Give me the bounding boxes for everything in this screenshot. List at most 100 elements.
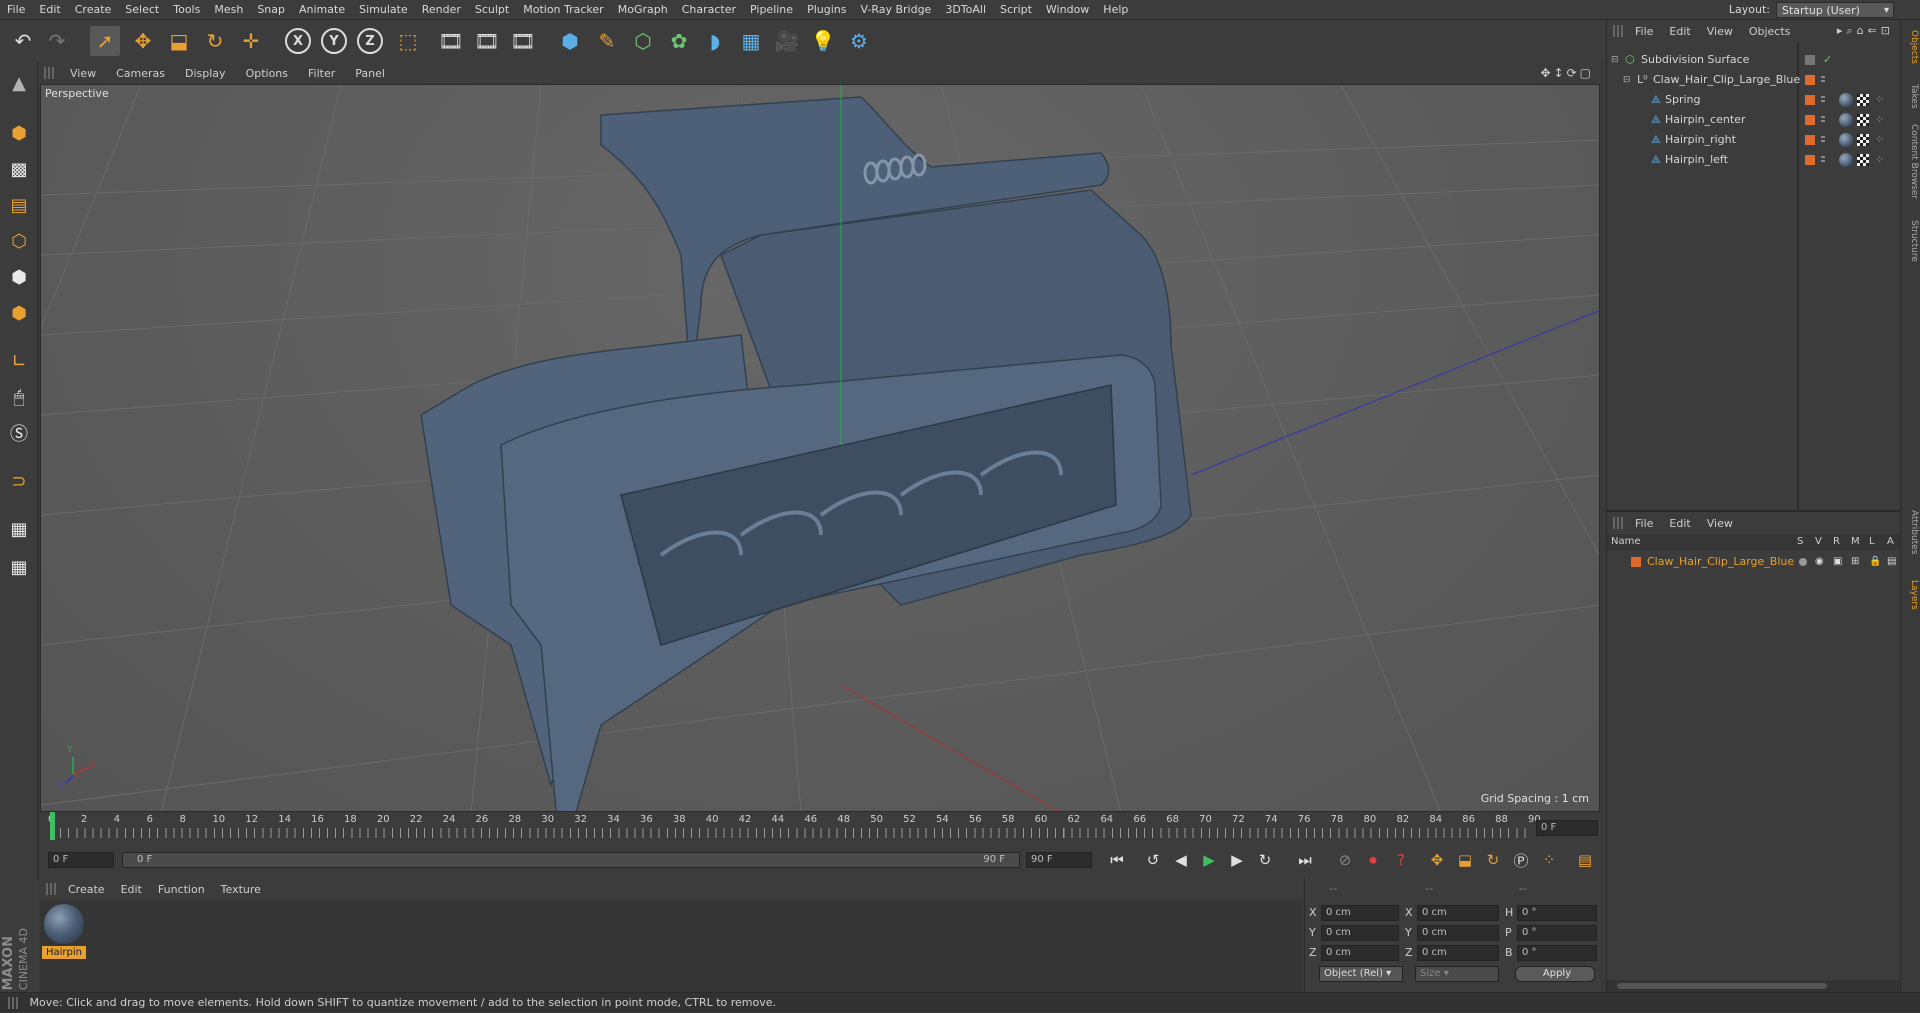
record-active-icon[interactable]: ⊘ [1332, 848, 1358, 872]
visibility-dots-icon[interactable] [1821, 156, 1825, 164]
pen-spline-icon[interactable]: ✎ [592, 26, 622, 56]
go-to-end-icon[interactable]: ⏭ [1292, 848, 1318, 872]
layer-color-tag[interactable] [1805, 155, 1815, 165]
visibility-dots-icon[interactable] [1821, 136, 1825, 144]
undo-icon[interactable]: ↶ [8, 26, 38, 56]
layer-menu-file[interactable]: File [1627, 517, 1661, 530]
scale-icon[interactable]: ⬓ [164, 26, 194, 56]
tab-takes[interactable]: Takes [1903, 84, 1919, 109]
menu-3dtoall[interactable]: 3DToAll [938, 0, 993, 20]
magnet-icon[interactable]: ⊃ [4, 466, 34, 496]
material-tag-icon[interactable] [1839, 153, 1853, 167]
render-toggle-icon[interactable]: ▣ [1833, 552, 1842, 572]
panel-grip-icon[interactable] [1613, 25, 1623, 37]
menu-plugins[interactable]: Plugins [800, 0, 853, 20]
phong-tag-icon[interactable]: ⁘ [1875, 94, 1887, 106]
position-y-field[interactable]: 0 cm [1321, 925, 1399, 941]
object-mode-icon[interactable]: ⬢ [4, 118, 34, 148]
tweak-mode-icon[interactable]: 🖱 [4, 382, 34, 412]
axis-mode-icon[interactable]: ∟ [4, 346, 34, 376]
rotation-b-field[interactable]: 0 ° [1517, 945, 1597, 961]
python-icon[interactable]: ⚙ [844, 26, 874, 56]
coordinate-mode-dropdown[interactable]: Object (Rel) ▾ [1319, 966, 1403, 982]
object-row-hairpin-center[interactable]: ⟁ Hairpin_center ⁘ [1607, 110, 1901, 130]
visibility-dots-icon[interactable] [1821, 76, 1825, 84]
layer-menu-view[interactable]: View [1699, 517, 1741, 530]
material-tag-icon[interactable] [1839, 93, 1853, 107]
key-position-icon[interactable]: ✥ [1424, 848, 1450, 872]
y-axis-icon[interactable]: Y [319, 26, 349, 56]
layout-dropdown[interactable]: Startup (User) [1776, 2, 1894, 18]
deformer-icon[interactable]: ◗ [700, 26, 730, 56]
phong-tag-icon[interactable]: ⁘ [1875, 134, 1887, 146]
previous-key-icon[interactable]: ↺ [1140, 848, 1166, 872]
viewport-menu-options[interactable]: Options [236, 67, 298, 80]
timeline-ruler[interactable]: 0246810121416182022242628303234363840424… [40, 812, 1600, 842]
redo-icon[interactable]: ↷ [42, 26, 72, 56]
layer-color-tag[interactable] [1805, 135, 1815, 145]
next-frame-icon[interactable]: ▶ [1224, 848, 1250, 872]
planar-workplane-icon[interactable]: ▦ [4, 552, 34, 582]
rotate-icon[interactable]: ↻ [200, 26, 230, 56]
view-toggle-icon[interactable]: ◉ [1815, 552, 1824, 572]
lock-toggle-icon[interactable]: 🔒 [1869, 552, 1881, 572]
object-menu-objects[interactable]: Objects [1741, 25, 1799, 38]
viewport-menu-display[interactable]: Display [175, 67, 236, 80]
uvw-tag-icon[interactable] [1857, 114, 1869, 126]
visibility-dots-icon[interactable] [1821, 96, 1825, 104]
tab-structure[interactable]: Structure [1903, 220, 1919, 262]
move-icon[interactable]: ✥ [128, 26, 158, 56]
floor-scene-icon[interactable]: ▦ [736, 26, 766, 56]
play-icon[interactable]: ▶ [1196, 848, 1222, 872]
size-mode-dropdown[interactable]: Size ▾ [1415, 966, 1499, 982]
phong-tag-icon[interactable]: ⁘ [1875, 114, 1887, 126]
key-rotation-icon[interactable]: ↻ [1480, 848, 1506, 872]
render-picture-viewer-icon[interactable]: 🎞 [472, 26, 502, 56]
panel-grip-icon[interactable] [1613, 517, 1623, 529]
material-menu-create[interactable]: Create [60, 883, 113, 896]
viewport-menu-view[interactable]: View [60, 67, 106, 80]
cube-icon[interactable]: ⬢ [555, 26, 585, 56]
uvw-tag-icon[interactable] [1857, 94, 1869, 106]
menu-select[interactable]: Select [118, 0, 166, 20]
x-axis-icon[interactable]: X [283, 26, 313, 56]
viewport-perspective[interactable]: Perspective Y X Z Grid Spacing : 1 cm [40, 84, 1600, 812]
lock-workplane-icon[interactable]: ▦ [4, 514, 34, 544]
workplane-icon[interactable]: ▤ [4, 190, 34, 220]
layer-row[interactable]: Claw_Hair_Clip_Large_Blue ◉ ▣ ⊞ 🔒 ▤ [1607, 552, 1901, 572]
size-y-field[interactable]: 0 cm [1417, 925, 1499, 941]
uvw-tag-icon[interactable] [1857, 154, 1869, 166]
col-animation[interactable]: A [1887, 534, 1894, 550]
col-manager[interactable]: M [1851, 534, 1860, 550]
current-frame-field[interactable]: 0 F [1536, 820, 1598, 836]
object-row-claw-hair-clip[interactable]: ⊟ L⁰ Claw_Hair_Clip_Large_Blue [1607, 70, 1901, 90]
snap-icon[interactable]: Ⓢ [4, 418, 34, 448]
solo-toggle-icon[interactable] [1799, 558, 1807, 566]
viewport-menu-cameras[interactable]: Cameras [106, 67, 175, 80]
panel-grip-icon[interactable] [46, 883, 56, 895]
model-mode-icon[interactable]: ▲ [4, 68, 34, 98]
object-menu-edit[interactable]: Edit [1661, 25, 1698, 38]
menu-character[interactable]: Character [675, 0, 743, 20]
texture-mode-icon[interactable]: ▩ [4, 154, 34, 184]
menu-motion-tracker[interactable]: Motion Tracker [516, 0, 610, 20]
layer-color-tag[interactable] [1805, 115, 1815, 125]
go-to-start-icon[interactable]: ⏮ [1104, 848, 1130, 872]
tab-layers[interactable]: Layers [1903, 580, 1919, 610]
menu-snap[interactable]: Snap [250, 0, 292, 20]
menu-file[interactable]: File [0, 0, 32, 20]
coordinate-system-icon[interactable]: ⬚ [393, 26, 423, 56]
light-icon[interactable]: 💡 [808, 26, 838, 56]
phong-tag-icon[interactable]: ⁘ [1875, 154, 1887, 166]
tab-attributes[interactable]: Attributes [1903, 510, 1919, 554]
layer-color-tag[interactable] [1805, 75, 1815, 85]
next-key-icon[interactable]: ↻ [1252, 848, 1278, 872]
collapse-icon[interactable]: ⊟ [1611, 50, 1619, 70]
edit-render-settings-icon[interactable]: 🎞 [508, 26, 538, 56]
layer-color-swatch[interactable] [1631, 557, 1641, 567]
autokey-icon[interactable]: ⏺ [1360, 848, 1386, 872]
z-axis-icon[interactable]: Z [355, 26, 385, 56]
rotation-h-field[interactable]: 0 ° [1517, 905, 1597, 921]
col-solo[interactable]: S [1797, 534, 1803, 550]
menu-animate[interactable]: Animate [292, 0, 352, 20]
